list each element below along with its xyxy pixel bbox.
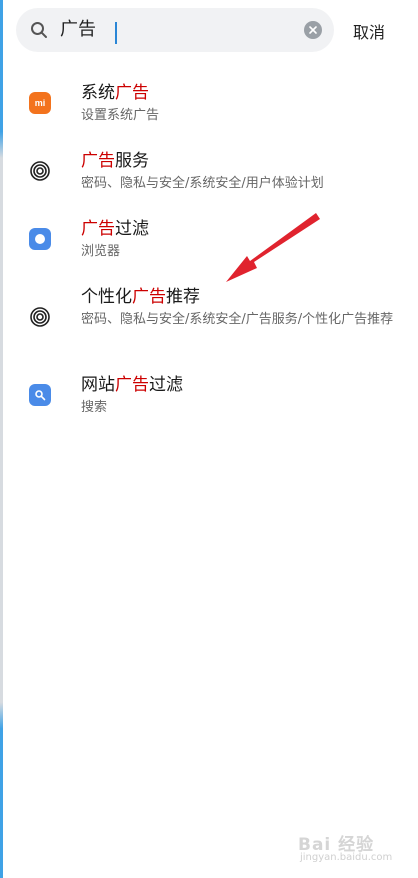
- list-item[interactable]: 个性化广告推荐 密码、隐私与安全/系统安全/广告服务/个性化广告推荐: [0, 284, 418, 354]
- result-subtitle: 密码、隐私与安全/系统安全/用户体验计划: [81, 176, 324, 191]
- list-item[interactable]: 广告过滤 浏览器: [0, 216, 418, 266]
- fingerprint-icon: [30, 307, 50, 327]
- result-title: 系统广告: [81, 83, 149, 103]
- list-item[interactable]: 网站广告过滤 搜索: [0, 372, 418, 422]
- list-item[interactable]: 广告服务 密码、隐私与安全/系统安全/用户体验计划: [0, 148, 418, 198]
- search-input[interactable]: [60, 16, 290, 44]
- result-title: 个性化广告推荐: [81, 287, 200, 307]
- mi-icon: mi: [29, 92, 51, 114]
- result-subtitle: 设置系统广告: [81, 108, 160, 123]
- result-subtitle: 浏览器: [81, 244, 121, 259]
- fingerprint-icon: [30, 161, 50, 181]
- search-app-icon: [29, 384, 51, 406]
- list-item[interactable]: mi 系统广告 设置系统广告: [0, 80, 418, 130]
- result-subtitle: 搜索: [81, 400, 108, 415]
- cancel-button[interactable]: 取消: [353, 19, 385, 43]
- text-caret: [115, 22, 117, 44]
- search-icon: [31, 22, 47, 38]
- left-edge-strip: [0, 0, 3, 878]
- annotation-arrow: [226, 213, 320, 282]
- result-title: 广告服务: [81, 151, 149, 171]
- close-icon: [309, 26, 317, 34]
- browser-icon: [29, 228, 51, 250]
- search-bar[interactable]: [16, 8, 334, 52]
- result-subtitle: 密码、隐私与安全/系统安全/广告服务/个性化广告推荐: [81, 312, 394, 327]
- result-title: 广告过滤: [81, 219, 149, 239]
- result-title: 网站广告过滤: [81, 375, 183, 395]
- clear-search-button[interactable]: [304, 21, 322, 39]
- watermark-url: jingyan.baidu.com: [300, 852, 393, 863]
